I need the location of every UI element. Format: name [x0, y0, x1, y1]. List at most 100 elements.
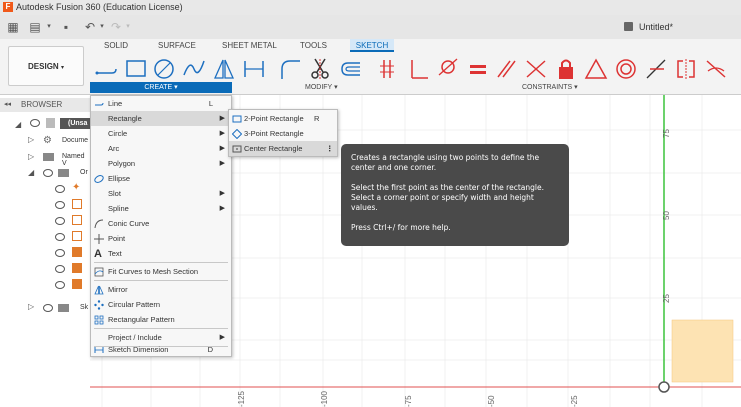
submenu-arrow-icon: ▶ — [219, 115, 225, 122]
menu-item-arc[interactable]: Arc ▶ — [91, 141, 231, 156]
tab-tools[interactable]: TOOLS — [300, 41, 327, 50]
rectangle-preview — [671, 319, 734, 383]
expand-arrow-icon[interactable]: ▷ — [28, 135, 34, 144]
dimension-tool-icon[interactable] — [242, 57, 266, 81]
expand-arrow-icon[interactable]: ▷ — [28, 302, 34, 311]
browser-tree: ◢ (Unsa ▷ ⚙ Docume ▷ Named V ◢ Or ✦ ▷ Sk — [0, 115, 90, 315]
point-icon — [94, 234, 104, 244]
file-dropdown-icon[interactable]: ▾ — [41, 19, 57, 35]
chevron-down-icon: ▾ — [334, 84, 338, 91]
two-point-rectangle-icon — [232, 115, 242, 123]
menu-item-rectangular-pattern[interactable]: Rectangular Pattern — [91, 312, 231, 327]
coincident-constraint-icon[interactable] — [376, 57, 400, 81]
menu-item-center-rectangle[interactable]: Center Rectangle ⋮ — [229, 141, 337, 156]
tab-solid[interactable]: SOLID — [104, 41, 128, 50]
browser-panel-header[interactable]: ◂◂ BROWSER — [0, 98, 90, 112]
menu-item-slot[interactable]: Slot ▶ — [91, 186, 231, 201]
rectangle-tool-icon[interactable] — [124, 57, 148, 81]
app-title: Autodesk Fusion 360 (Education License) — [16, 2, 183, 12]
constraints-group-button[interactable]: CONSTRAINTS ▾ — [522, 83, 578, 91]
midpoint-constraint-icon[interactable] — [524, 57, 548, 81]
tab-surface[interactable]: SURFACE — [158, 41, 196, 50]
visibility-eye-icon[interactable] — [55, 249, 65, 257]
plane-icon — [72, 231, 82, 241]
perpendicular-constraint-icon[interactable] — [406, 57, 430, 81]
fillet-tool-icon[interactable] — [278, 57, 302, 81]
modify-group-button[interactable]: MODIFY ▾ — [305, 83, 338, 91]
document-settings-label[interactable]: Docume — [62, 137, 88, 144]
collapse-panel-icon[interactable]: ◂◂ — [4, 100, 11, 108]
menu-item-circle[interactable]: Circle ▶ — [91, 126, 231, 141]
collapse-arrow-icon[interactable]: ◢ — [15, 120, 21, 129]
tab-sketch[interactable]: SKETCH — [350, 39, 394, 52]
concentric-constraint-icon[interactable] — [614, 57, 638, 81]
menu-item-circular-pattern[interactable]: Circular Pattern — [91, 297, 231, 312]
plane-icon — [72, 215, 82, 225]
curvature-constraint-icon[interactable] — [704, 57, 728, 81]
y-tick-label: 50 — [662, 211, 671, 220]
visibility-eye-icon[interactable] — [55, 281, 65, 289]
offset-tool-icon[interactable] — [338, 57, 362, 81]
fix-lock-icon[interactable] — [554, 57, 578, 81]
menu-item-mirror[interactable]: Mirror — [91, 282, 231, 297]
tangent-constraint-icon[interactable] — [436, 57, 460, 81]
menu-item-line[interactable]: Line L — [91, 96, 231, 111]
origin-label[interactable]: Or — [80, 169, 88, 176]
grid-menu-icon[interactable]: ▦ — [5, 19, 21, 35]
submenu-arrow-icon: ▶ — [219, 130, 225, 137]
named-views-label[interactable]: Named V — [62, 153, 90, 167]
trim-tool-icon[interactable] — [308, 57, 332, 81]
x-tick-label: -50 — [487, 395, 496, 407]
visibility-eye-icon[interactable] — [55, 201, 65, 209]
create-dropdown-menu: Line L Rectangle ▶ Circle ▶ Arc ▶ Polygo… — [90, 95, 232, 357]
circle-tool-icon[interactable] — [152, 57, 176, 81]
menu-divider — [94, 280, 228, 281]
line-icon — [95, 102, 104, 106]
visibility-eye-icon[interactable] — [55, 217, 65, 225]
expand-arrow-icon[interactable]: ▷ — [28, 152, 34, 161]
menu-item-fit-curves[interactable]: Fit Curves to Mesh Section — [91, 264, 231, 279]
visibility-eye-icon[interactable] — [55, 233, 65, 241]
menu-item-spline[interactable]: Spline ▶ — [91, 201, 231, 216]
menu-item-2-point-rectangle[interactable]: 2-Point Rectangle R — [229, 111, 337, 126]
menu-item-text[interactable]: A Text — [91, 246, 231, 261]
visibility-eye-icon[interactable] — [43, 304, 53, 312]
spline-tool-icon[interactable] — [182, 57, 206, 81]
axis-icon — [72, 263, 82, 273]
y-tick-label: 25 — [662, 294, 671, 303]
parallel-constraint-icon[interactable] — [494, 57, 518, 81]
save-icon[interactable]: ▪ — [58, 19, 74, 35]
menu-item-rectangle[interactable]: Rectangle ▶ — [91, 111, 231, 126]
collinear-constraint-icon[interactable] — [644, 57, 668, 81]
menu-item-polygon[interactable]: Polygon ▶ — [91, 156, 231, 171]
menu-divider — [94, 262, 228, 263]
workspace-design-button[interactable]: DESIGN ▾ — [8, 46, 84, 86]
create-group-label: CREATE — [144, 84, 173, 91]
visibility-eye-icon[interactable] — [30, 119, 40, 127]
equal-constraint-icon[interactable] — [466, 57, 490, 81]
visibility-eye-icon[interactable] — [43, 169, 53, 177]
symmetry-constraint-icon[interactable] — [674, 57, 698, 81]
create-group-button[interactable]: CREATE ▾ — [90, 82, 232, 93]
collapse-arrow-icon[interactable]: ◢ — [28, 168, 34, 177]
menu-item-sketch-dimension[interactable]: Sketch Dimension D — [91, 342, 231, 357]
more-options-icon[interactable]: ⋮ — [326, 141, 334, 156]
menu-item-conic-curve[interactable]: Conic Curve — [91, 216, 231, 231]
menu-item-ellipse[interactable]: Ellipse — [91, 171, 231, 186]
document-icon — [624, 22, 633, 31]
axis-icon — [72, 279, 82, 289]
sketches-label[interactable]: Sk — [80, 304, 88, 311]
menu-item-3-point-rectangle[interactable]: 3-Point Rectangle — [229, 126, 337, 141]
line-tool-icon[interactable] — [94, 57, 118, 81]
root-component-label[interactable]: (Unsa — [60, 118, 90, 129]
visibility-eye-icon[interactable] — [55, 265, 65, 273]
tab-sheet-metal[interactable]: SHEET METAL — [222, 41, 277, 50]
triangle-constraint-icon[interactable] — [584, 57, 608, 81]
sketch-dimension-icon — [94, 347, 104, 353]
visibility-eye-icon[interactable] — [55, 185, 65, 193]
mirror-tool-icon[interactable] — [212, 57, 236, 81]
menu-item-point[interactable]: Point — [91, 231, 231, 246]
redo-dropdown-icon[interactable]: ▾ — [120, 19, 136, 35]
center-rectangle-icon — [232, 145, 242, 153]
plane-icon — [72, 199, 82, 209]
